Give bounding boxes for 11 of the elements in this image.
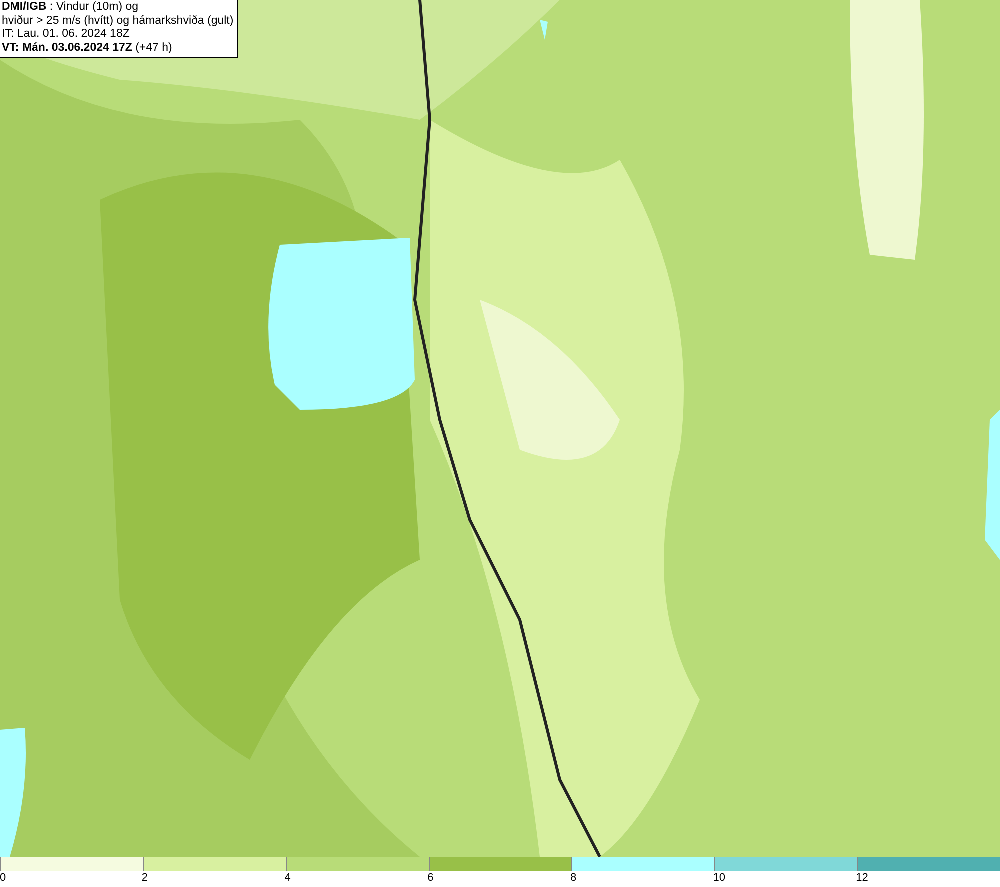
legend-label: 0 bbox=[0, 871, 6, 886]
header-line: DMI/IGB : Vindur (10m) og bbox=[2, 1, 140, 14]
legend-label: 12 bbox=[856, 871, 868, 886]
legend-label: 8 bbox=[570, 871, 577, 886]
legend-label: 10 bbox=[713, 871, 726, 886]
legend-label: 4 bbox=[284, 871, 291, 886]
header-line: IT: Lau. 01. 06. 2024 18Z bbox=[2, 28, 131, 42]
legend-label: 6 bbox=[428, 871, 434, 886]
header-line: hviður > 25 m/s (hvítt) og hámarkshviða (gult) bbox=[2, 14, 234, 28]
legend-label: 2 bbox=[142, 871, 148, 886]
header-line: VT: Mán. 03.06.2024 17Z (+47 h) bbox=[2, 42, 174, 55]
